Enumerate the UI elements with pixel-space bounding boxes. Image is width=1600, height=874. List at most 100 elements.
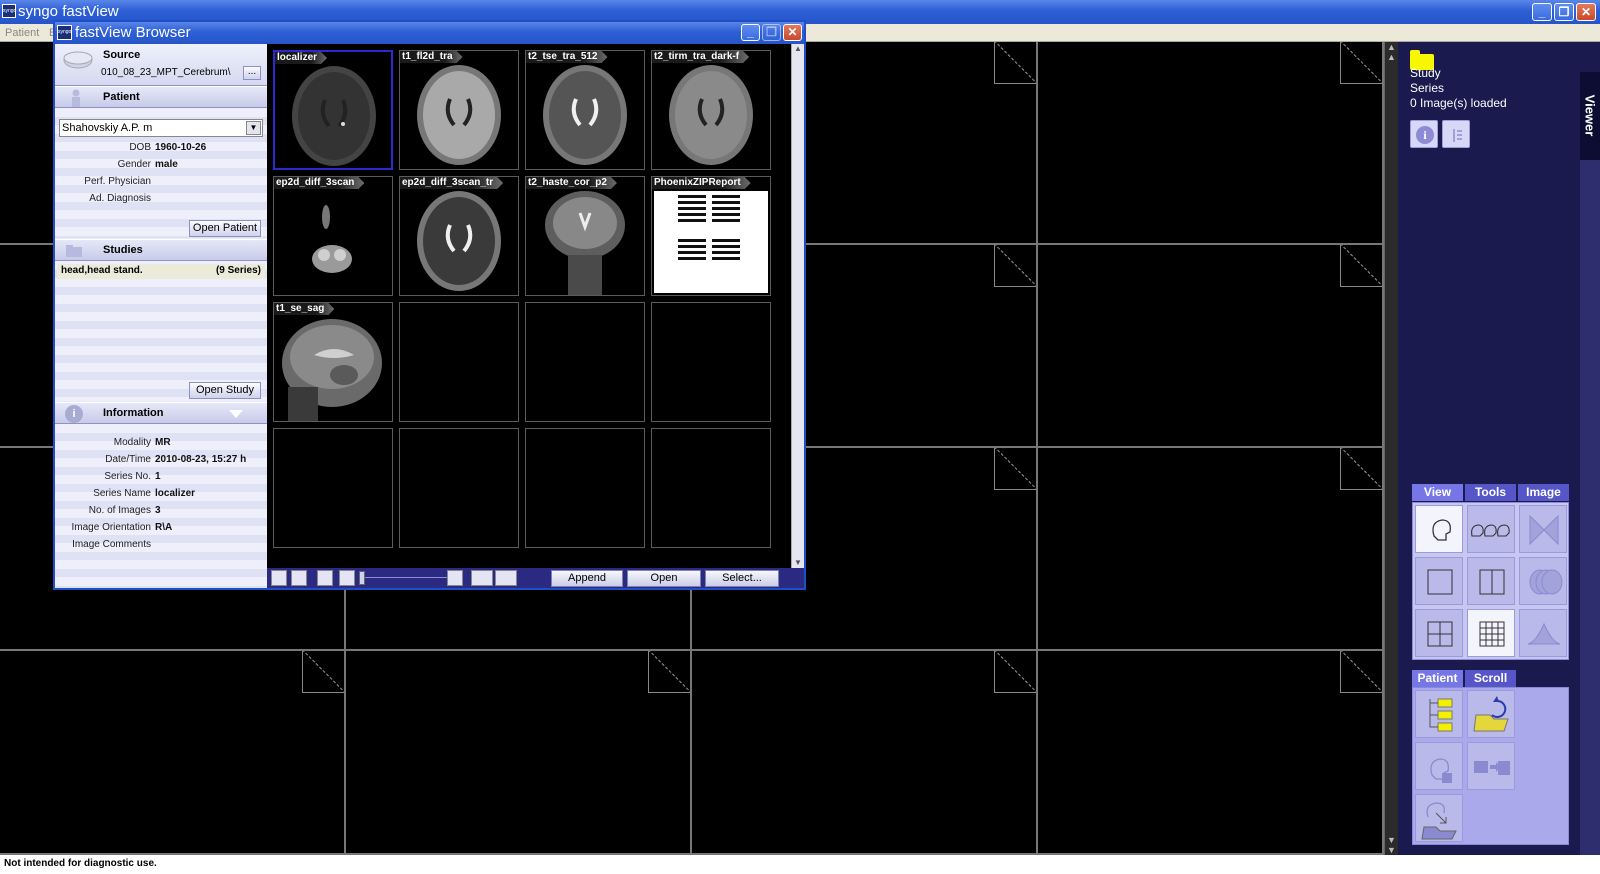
control-panel: Viewer Study Series 0 Image(s) loaded i … <box>1398 42 1600 855</box>
scroll-down-icon[interactable]: ▼ <box>792 558 804 568</box>
information-section-header: i Information <box>55 402 267 424</box>
tab-tools[interactable]: Tools <box>1465 484 1516 501</box>
viewer-cell[interactable] <box>1038 245 1384 448</box>
scroll-up-icon[interactable]: ▲ <box>792 44 804 54</box>
open-study-button[interactable]: Open Study <box>189 382 261 399</box>
layout-1x2-icon[interactable] <box>1467 557 1515 605</box>
info-field-value: 2010-08-23, 15:27 h <box>155 454 247 465</box>
disk-icon <box>63 51 93 69</box>
window-controls: _ ❐ ✕ <box>1532 3 1596 21</box>
append-button[interactable]: Append <box>551 570 623 587</box>
close-button[interactable]: ✕ <box>1576 3 1596 21</box>
tab-scroll[interactable]: Scroll <box>1465 670 1516 687</box>
viewer-cell[interactable] <box>1038 448 1384 651</box>
info-field-value: MR <box>155 437 171 448</box>
series-thumbnail[interactable]: localizer <box>273 50 393 170</box>
patient-select[interactable]: Shahovskiy A.P. m ▼ <box>59 119 263 137</box>
studies-section-header: Studies <box>55 239 267 261</box>
open-button[interactable]: Open <box>627 570 701 587</box>
fit-icon[interactable] <box>271 570 287 586</box>
grid-large-icon[interactable] <box>447 570 463 586</box>
browser-window-controls: _ ❐ ✕ <box>741 24 802 41</box>
empty-thumbnail-slot <box>525 428 645 548</box>
reload-folder-icon[interactable] <box>1467 690 1515 738</box>
viewer-cell[interactable] <box>0 651 346 855</box>
view-tabs: View Tools Image <box>1412 484 1569 501</box>
patient-section-header: Patient <box>55 86 267 108</box>
open-patient-button[interactable]: Open Patient <box>189 220 261 237</box>
series-preview-image <box>312 205 352 273</box>
minimize-button[interactable]: _ <box>1532 3 1552 21</box>
studies-heading: Studies <box>103 244 143 256</box>
empty-thumbnail-slot <box>273 428 393 548</box>
prev-page-icon[interactable] <box>471 570 493 586</box>
empty-thumbnail-slot <box>651 302 771 422</box>
viewer-cell[interactable] <box>1038 651 1384 855</box>
multi-head-icon[interactable] <box>1467 505 1515 553</box>
browser-minimize-button[interactable]: _ <box>741 24 760 41</box>
viewer-cell[interactable] <box>346 651 692 855</box>
tab-viewer[interactable]: Viewer <box>1580 72 1600 160</box>
zoom-slider-handle[interactable] <box>359 571 365 585</box>
stack-icon[interactable] <box>1519 557 1567 605</box>
transfer-icon[interactable] <box>1467 742 1515 790</box>
view-tools <box>1412 502 1569 660</box>
menu-patient[interactable]: Patient <box>5 27 39 39</box>
series-thumbnail[interactable]: t2_haste_cor_p2 <box>525 176 645 296</box>
layout-2x2-icon[interactable] <box>1415 609 1463 657</box>
tab-image[interactable]: Image <box>1518 484 1569 501</box>
next-page-icon[interactable] <box>495 570 517 586</box>
series-thumbnail[interactable]: t1_se_sag <box>273 302 393 422</box>
list-button[interactable] <box>1442 120 1470 148</box>
chevron-down-icon[interactable]: ▼ <box>246 121 261 135</box>
info-button[interactable]: i <box>1410 120 1438 148</box>
list-view-icon[interactable] <box>291 570 307 586</box>
side-strip <box>1580 160 1600 855</box>
browser-toolbar: Append Open Select... <box>267 568 804 588</box>
tab-patient[interactable]: Patient <box>1412 670 1463 687</box>
browser-maximize-button[interactable]: ❐ <box>762 24 781 41</box>
save-head-icon[interactable] <box>1415 742 1463 790</box>
zoom-slider-track[interactable] <box>363 577 451 578</box>
series-thumbnail[interactable]: PhoenixZIPReport <box>651 176 771 296</box>
patient-tools <box>1412 687 1569 845</box>
viewer-cell[interactable] <box>692 651 1038 855</box>
maximize-button[interactable]: ❐ <box>1554 3 1574 21</box>
series-thumbnail[interactable]: ep2d_diff_3scan <box>273 176 393 296</box>
viewer-cell[interactable] <box>1038 42 1384 245</box>
single-view-icon[interactable] <box>317 570 333 586</box>
thumbnail-scrollbar[interactable]: ▲ ▼ <box>791 44 804 568</box>
series-preview-image <box>282 319 382 421</box>
study-series-count: (9 Series) <box>215 265 261 276</box>
scroll-down-icon[interactable]: ▼ <box>1386 845 1397 855</box>
series-thumbnail[interactable]: t1_fl2d_tra <box>399 50 519 170</box>
select-button[interactable]: Select... <box>705 570 779 587</box>
layout-4x4-icon[interactable] <box>1467 609 1515 657</box>
viewer-scrollbar[interactable]: ▲ ▲ ▼ ▼ <box>1384 42 1398 855</box>
series-thumbnail[interactable]: t2_tirm_tra_dark-f <box>651 50 771 170</box>
empty-thumbnail-slot <box>399 302 519 422</box>
info-icon: i <box>65 405 83 423</box>
page-corner-icon <box>994 245 1036 287</box>
images-loaded: 0 Image(s) loaded <box>1410 96 1507 110</box>
export-icon[interactable] <box>1415 794 1463 842</box>
curve-icon[interactable] <box>1519 609 1567 657</box>
study-row[interactable]: head,head stand. (9 Series) <box>57 264 265 279</box>
patient-field-label: Gender <box>117 159 151 170</box>
mpr-icon[interactable] <box>1519 505 1567 553</box>
grid-small-icon[interactable] <box>339 570 355 586</box>
series-preview-image <box>417 65 501 165</box>
tab-view[interactable]: View <box>1412 484 1463 501</box>
info-field-value: 3 <box>155 505 161 516</box>
browse-button[interactable]: ... <box>243 66 261 80</box>
patient-browser-icon[interactable] <box>1415 690 1463 738</box>
scroll-down-icon[interactable]: ▼ <box>1386 835 1397 845</box>
collapse-icon[interactable] <box>229 409 243 419</box>
series-thumbnail[interactable]: ep2d_diff_3scan_tr <box>399 176 519 296</box>
layout-1x1-icon[interactable] <box>1415 557 1463 605</box>
browser-close-button[interactable]: ✕ <box>783 24 802 41</box>
series-thumbnail[interactable]: t2_tse_tra_512 <box>525 50 645 170</box>
scroll-up-icon[interactable]: ▲ <box>1386 52 1397 62</box>
single-head-icon[interactable] <box>1415 505 1463 553</box>
scroll-up-icon[interactable]: ▲ <box>1386 42 1397 52</box>
